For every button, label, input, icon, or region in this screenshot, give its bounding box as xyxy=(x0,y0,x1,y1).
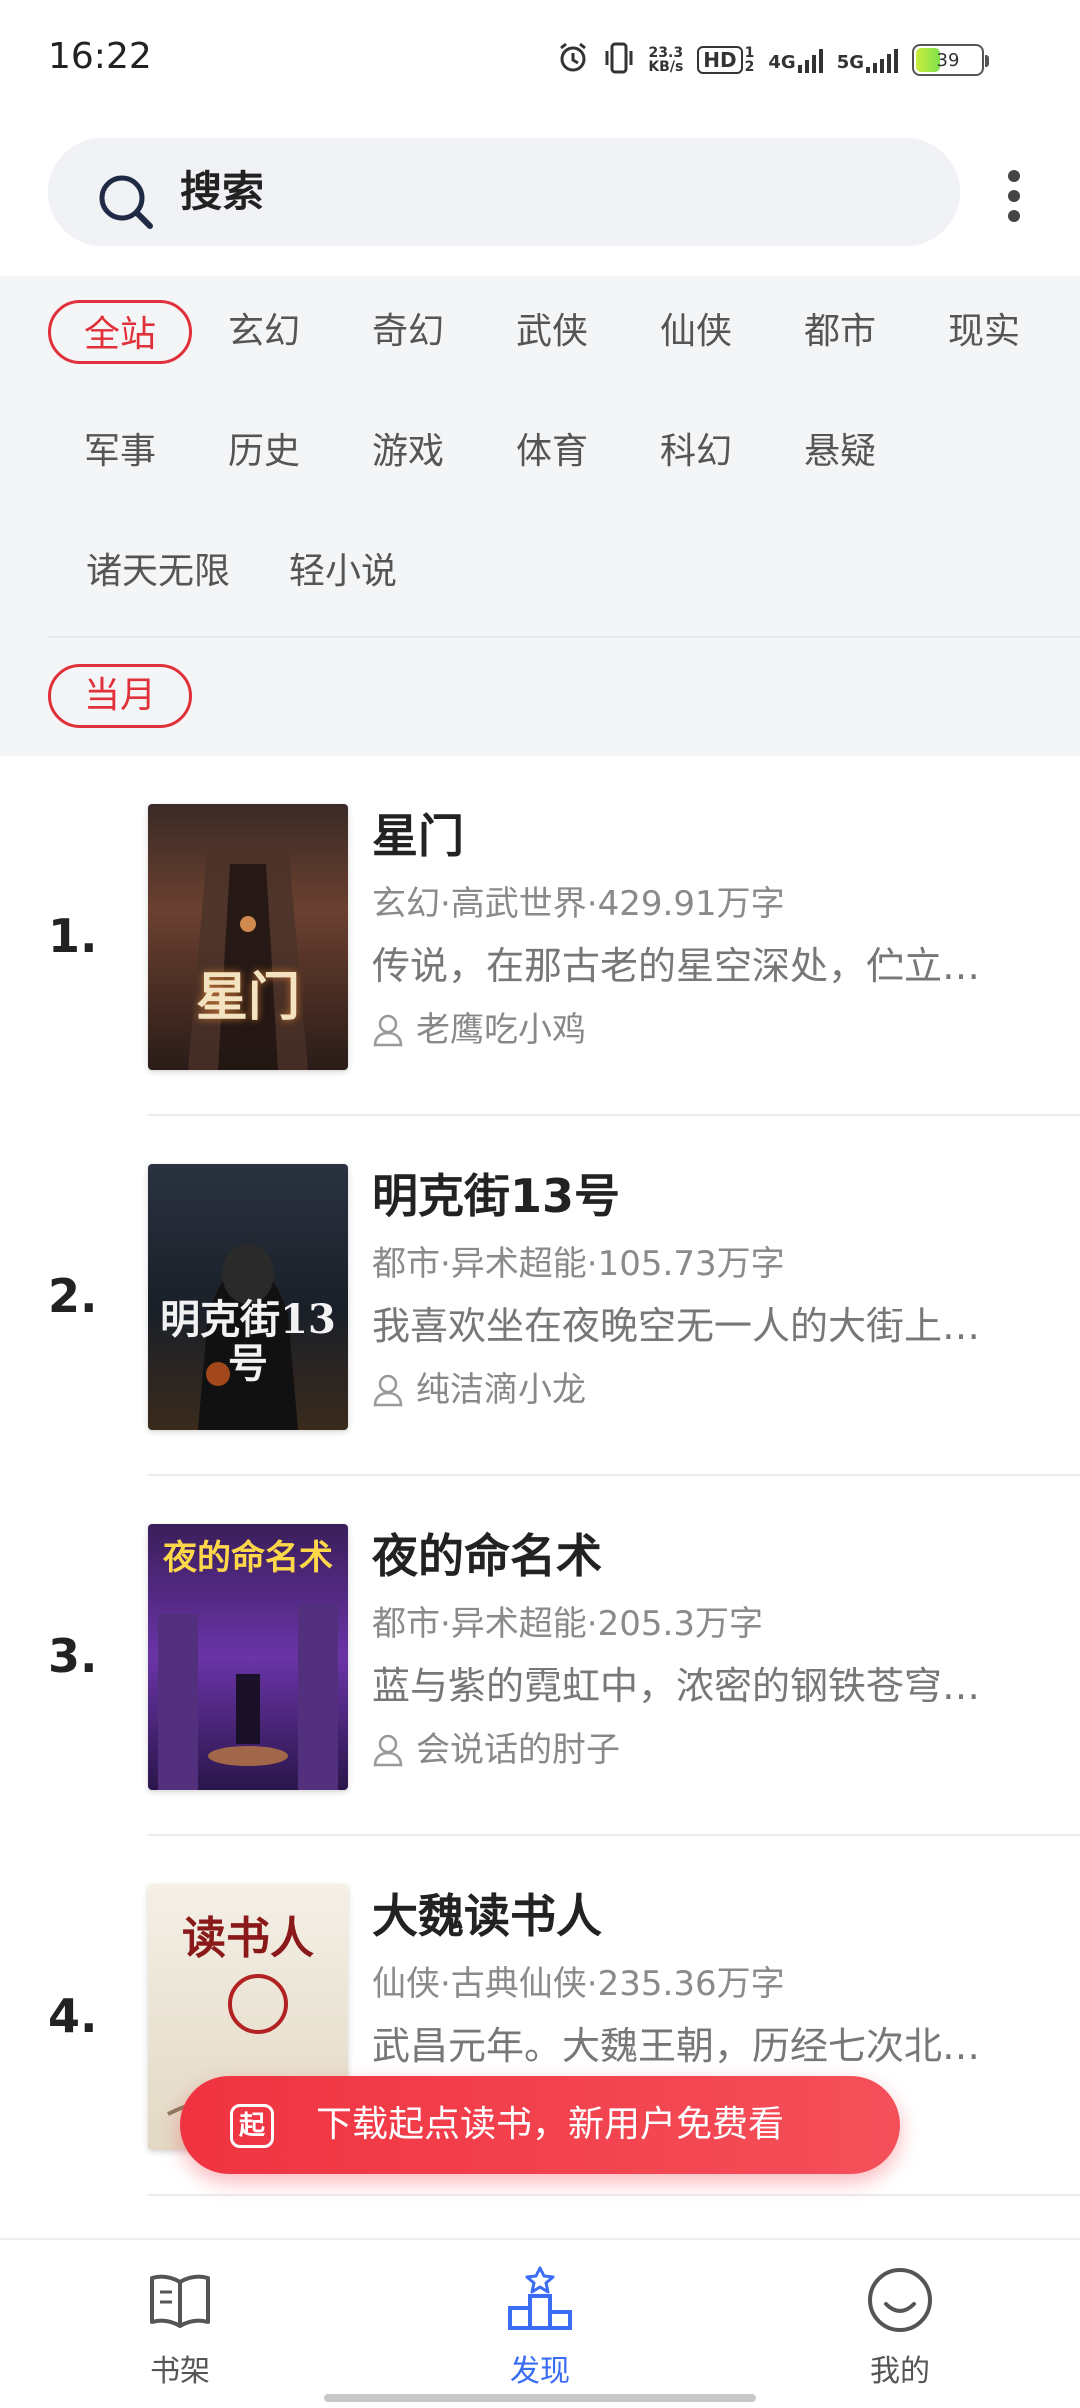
category-item[interactable]: 轻小说 xyxy=(268,540,418,604)
book-item[interactable]: 2. 明克街13号 明克街13号 都市·异术超能·105.73万字 我喜欢坐在夜… xyxy=(0,1116,1080,1476)
book-author: 老鹰吃小鸡 xyxy=(372,998,1032,1062)
author-name: 纯洁滴小龙 xyxy=(416,1370,586,1410)
book-list: 1. 星门 星门 玄幻·高武世界·429.91万字 传说，在那古老的星空深处，伫… xyxy=(0,756,1080,2196)
book-item[interactable]: 1. 星门 星门 玄幻·高武世界·429.91万字 传说，在那古老的星空深处，伫… xyxy=(0,756,1080,1116)
book-author: 纯洁滴小龙 xyxy=(372,1358,1032,1422)
search-icon xyxy=(99,175,153,229)
book-rank: 3. xyxy=(48,1629,98,1683)
nav-profile[interactable]: 我的 xyxy=(810,2264,990,2394)
search-row: 搜索 xyxy=(0,120,1080,276)
book-info: 明克街13号 都市·异术超能·105.73万字 我喜欢坐在夜晚空无一人的大街上…… xyxy=(372,1164,1032,1422)
book-author: 会说话的肘子 xyxy=(372,1718,1032,1782)
user-icon xyxy=(373,1374,403,1407)
signal-4g: 4G xyxy=(768,47,823,73)
book-meta: 都市·异术超能·105.73万字 xyxy=(372,1244,785,1284)
category-item[interactable]: 仙侠 xyxy=(624,300,768,364)
qidian-logo-icon: 起 xyxy=(230,2104,274,2148)
category-item[interactable]: 历史 xyxy=(192,420,336,484)
cover-title: 读书人 xyxy=(182,1913,314,1964)
home-indicator[interactable] xyxy=(324,2394,756,2402)
book-rank: 4. xyxy=(48,1989,98,2043)
book-meta: 仙侠·古典仙侠·235.36万字 xyxy=(372,1964,785,2004)
category-all[interactable]: 全站 xyxy=(48,300,192,364)
profile-icon xyxy=(868,2268,932,2332)
book-intro: 武昌元年。大魏王朝，历经七次北… xyxy=(372,2024,981,2068)
cover-title: 星门 xyxy=(195,967,300,1028)
category-item[interactable]: 军事 xyxy=(48,420,192,484)
bottom-nav: 书架 发现 我的 xyxy=(0,2238,1080,2408)
nav-bookshelf[interactable]: 书架 xyxy=(90,2264,270,2394)
book-title: 星门 xyxy=(372,809,464,863)
cover-art xyxy=(148,804,348,1070)
category-row: 诸天无限 轻小说 xyxy=(48,540,1080,660)
book-intro: 我喜欢坐在夜晚空无一人的大街上… xyxy=(372,1304,981,1348)
book-rank: 1. xyxy=(48,909,98,963)
bookshelf-icon xyxy=(150,2274,210,2328)
divider xyxy=(148,2194,1080,2196)
category-item[interactable]: 奇幻 xyxy=(336,300,480,364)
nav-label: 书架 xyxy=(150,2354,210,2389)
category-item[interactable]: 武侠 xyxy=(480,300,624,364)
category-row: 全站 玄幻 奇幻 武侠 仙侠 都市 现实 xyxy=(48,300,1080,420)
category-item[interactable]: 游戏 xyxy=(336,420,480,484)
status-time: 16:22 xyxy=(48,36,152,77)
book-info: 星门 玄幻·高武世界·429.91万字 传说，在那古老的星空深处，伫立… 老鹰吃… xyxy=(372,804,1032,1062)
category-item[interactable]: 科幻 xyxy=(624,420,768,484)
signal-icon xyxy=(797,47,823,73)
book-meta: 都市·异术超能·205.3万字 xyxy=(372,1604,763,1644)
category-item[interactable]: 诸天无限 xyxy=(48,540,268,604)
category-item[interactable]: 玄幻 xyxy=(192,300,336,364)
category-item[interactable]: 都市 xyxy=(768,300,912,364)
nav-label: 发现 xyxy=(510,2354,570,2389)
nav-label: 我的 xyxy=(870,2354,930,2389)
book-cover[interactable]: 明克街13号 xyxy=(148,1164,348,1430)
book-meta: 玄幻·高武世界·429.91万字 xyxy=(372,884,785,924)
book-cover[interactable]: 星门 xyxy=(148,804,348,1070)
more-vert-icon[interactable] xyxy=(996,166,1032,226)
status-icons: 23.3 KB/s HD 1 2 4G 5G 39 xyxy=(556,40,989,80)
status-bar: 16:22 23.3 KB/s HD 1 2 4G 5G 39 xyxy=(0,0,1080,120)
book-intro: 传说，在那古老的星空深处，伫立… xyxy=(372,944,981,988)
period-filter[interactable]: 当月 xyxy=(48,664,192,728)
book-info: 夜的命名术 都市·异术超能·205.3万字 蓝与紫的霓虹中，浓密的钢铁苍穹… 会… xyxy=(372,1524,1032,1782)
book-rank: 2. xyxy=(48,1269,98,1323)
search-label: 搜索 xyxy=(180,167,265,216)
book-item[interactable]: 3. 夜的命名术 夜的命名术 都市·异术超能·205.3万字 蓝与紫的霓虹中，浓… xyxy=(0,1476,1080,1836)
user-icon xyxy=(373,1734,403,1767)
filter-divider xyxy=(48,636,1080,638)
search-box[interactable]: 搜索 xyxy=(48,138,960,246)
book-title: 夜的命名术 xyxy=(372,1529,602,1583)
net-speed: 23.3 KB/s xyxy=(648,45,684,75)
cover-title: 夜的命名术 xyxy=(163,1538,333,1578)
page: 16:22 23.3 KB/s HD 1 2 4G 5G 39 搜索 全站 玄幻… xyxy=(0,0,1080,2408)
book-info: 大魏读书人 仙侠·古典仙侠·235.36万字 武昌元年。大魏王朝，历经七次北… xyxy=(372,1884,1032,2078)
category-item[interactable]: 现实 xyxy=(912,300,1056,364)
download-app-banner[interactable]: 起 下载起点读书，新用户免费看 xyxy=(180,2076,900,2174)
author-name: 老鹰吃小鸡 xyxy=(416,1010,586,1050)
category-grid: 全站 玄幻 奇幻 武侠 仙侠 都市 现实 军事 历史 游戏 体育 科幻 悬疑 诸… xyxy=(48,300,1080,660)
nav-discover[interactable]: 发现 xyxy=(450,2264,630,2394)
book-title: 大魏读书人 xyxy=(372,1889,602,1943)
vibrate-icon xyxy=(604,41,634,79)
battery-icon: 39 xyxy=(912,44,989,76)
cover-title: 明克街13号 xyxy=(160,1296,336,1387)
category-row: 军事 历史 游戏 体育 科幻 悬疑 xyxy=(48,420,1080,540)
book-title: 明克街13号 xyxy=(372,1169,621,1223)
cover-illustration xyxy=(188,844,308,1070)
alarm-icon xyxy=(556,40,590,80)
category-item[interactable]: 悬疑 xyxy=(768,420,912,484)
signal-5g: 5G xyxy=(837,47,898,73)
discover-icon xyxy=(508,2266,572,2330)
book-cover[interactable]: 夜的命名术 xyxy=(148,1524,348,1790)
book-intro: 蓝与紫的霓虹中，浓密的钢铁苍穹… xyxy=(372,1664,981,1708)
hd-indicator: HD 1 2 xyxy=(697,46,754,74)
signal-icon xyxy=(866,47,898,73)
author-name: 会说话的肘子 xyxy=(416,1730,620,1770)
user-icon xyxy=(373,1014,403,1047)
category-item[interactable]: 体育 xyxy=(480,420,624,484)
filter-panel: 全站 玄幻 奇幻 武侠 仙侠 都市 现实 军事 历史 游戏 体育 科幻 悬疑 诸… xyxy=(0,276,1080,756)
promo-text: 下载起点读书，新用户免费看 xyxy=(316,2104,785,2145)
